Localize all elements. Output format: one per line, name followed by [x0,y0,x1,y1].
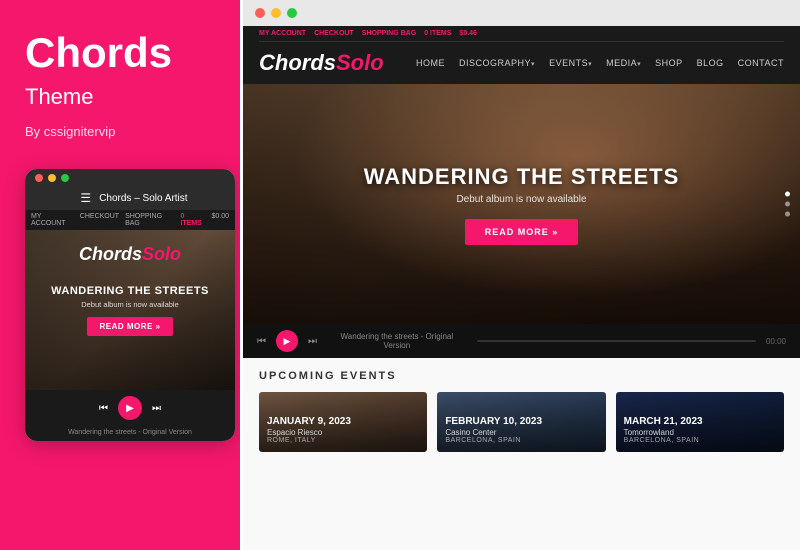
mobile-title-bar: ☰ Chords – Solo Artist [25,187,235,210]
mobile-price: $0.00 [211,213,229,227]
site-logo: ChordsSolo [259,50,384,76]
mobile-top-bar [25,169,235,187]
theme-subtitle: Theme [25,84,215,110]
hero-title: WANDERING THE STREETS [364,164,680,190]
mobile-mockup: ☰ Chords – Solo Artist MY ACCOUNT CHECKO… [25,169,235,441]
mobile-read-more-button[interactable]: READ MORE » [87,317,172,336]
mobile-player-bar: ⏮ ▶ ⏭ [25,390,235,426]
top-checkout[interactable]: CHECKOUT [314,30,354,37]
mobile-play-button[interactable]: ▶ [118,396,142,420]
events-grid: JANUARY 9, 2023 Espacio Riesco ROME, ITA… [259,392,784,452]
mobile-logo: ChordsSolo [79,244,181,265]
event-card-2[interactable]: FEBRUARY 10, 2023 Casino Center BARCELON… [437,392,605,452]
event-2-date: FEBRUARY 10, 2023 [445,416,597,427]
top-items: 0 ITEMS [424,30,451,37]
site-nav: HOME DISCOGRAPHY▾ EVENTS▾ MEDIA▾ SHOP BL… [416,58,784,68]
hero-content: WANDERING THE STREETS Debut album is now… [364,164,680,245]
website-frame: MY ACCOUNT CHECKOUT SHOPPING BAG 0 ITEMS… [243,26,800,550]
events-section-title: UPCOMING EVENTS [259,370,784,382]
mobile-dot-yellow [48,174,56,182]
nav-events[interactable]: EVENTS▾ [549,58,592,68]
mobile-shoppingbag: SHOPPING BAG [125,213,174,227]
site-prev-button[interactable]: ⏮ [257,336,266,347]
site-track-label: Wandering the streets - Original Version [327,332,467,350]
mobile-title-text: Chords – Solo Artist [99,193,187,204]
top-myaccount[interactable]: MY ACCOUNT [259,30,306,37]
event-card-1[interactable]: JANUARY 9, 2023 Espacio Riesco ROME, ITA… [259,392,427,452]
mobile-next-button[interactable]: ⏭ [152,403,161,414]
top-shoppingbag[interactable]: SHOPPING BAG [362,30,416,37]
event-1-date: JANUARY 9, 2023 [267,416,419,427]
site-logo-accent: Solo [336,50,384,75]
mobile-myaccount: MY ACCOUNT [31,213,74,227]
mobile-checkout: CHECKOUT [80,213,119,227]
hero-subtitle: Debut album is now available [364,194,680,205]
hero-dot-2[interactable] [785,202,790,207]
mobile-hero-title: WANDERING THE STREETS [51,285,209,297]
media-arrow-icon: ▾ [637,61,641,68]
events-arrow-icon: ▾ [588,61,592,68]
nav-blog[interactable]: BLOG [697,58,724,68]
site-player: ⏮ ▶ ⏭ Wandering the streets - Original V… [243,324,800,358]
mobile-logo-accent: Solo [142,244,181,264]
site-play-button[interactable]: ▶ [276,330,298,352]
event-2-location: BARCELONA, SPAIN [445,437,597,444]
mobile-items: 0 ITEMS [180,213,205,227]
nav-contact[interactable]: CONTACT [738,58,784,68]
event-1-venue: Espacio Riesco [267,428,419,437]
mobile-hamburger-icon[interactable]: ☰ [72,191,91,205]
site-header-main: ChordsSolo HOME DISCOGRAPHY▾ EVENTS▾ MED… [259,42,784,84]
hero-dot-3[interactable] [785,212,790,217]
event-1-location: ROME, ITALY [267,437,419,444]
left-panel: Chords Theme By cssignitervip ☰ Chords –… [0,0,240,550]
nav-discography[interactable]: DISCOGRAPHY▾ [459,58,535,68]
site-player-time: 00:00 [766,337,786,346]
site-header-top: MY ACCOUNT CHECKOUT SHOPPING BAG 0 ITEMS… [259,26,784,42]
event-card-3[interactable]: MARCH 21, 2023 Tomorrowland BARCELONA, S… [616,392,784,452]
theme-title: Chords [25,30,215,76]
nav-home[interactable]: HOME [416,58,445,68]
nav-media[interactable]: MEDIA▾ [606,58,641,68]
top-price: $0.46 [459,30,477,37]
site-header: MY ACCOUNT CHECKOUT SHOPPING BAG 0 ITEMS… [243,26,800,84]
mobile-hero: ChordsSolo WANDERING THE STREETS Debut a… [25,230,235,390]
site-top-links: MY ACCOUNT CHECKOUT SHOPPING BAG 0 ITEMS… [259,30,477,37]
mobile-prev-button[interactable]: ⏮ [99,403,108,414]
event-2-venue: Casino Center [445,428,597,437]
theme-by: By cssignitervip [25,124,215,139]
mobile-dot-green [61,174,69,182]
discography-arrow-icon: ▾ [531,61,535,68]
site-events-section: UPCOMING EVENTS JANUARY 9, 2023 Espacio … [243,358,800,550]
hero-dot-1[interactable] [785,192,790,197]
site-progress-bar[interactable] [477,340,756,342]
mobile-dot-red [35,174,43,182]
mobile-hero-sub: Debut album is now available [81,300,179,309]
hero-slide-indicators [785,192,790,217]
event-3-location: BARCELONA, SPAIN [624,437,776,444]
site-next-button[interactable]: ⏭ [308,336,317,347]
event-3-venue: Tomorrowland [624,428,776,437]
site-hero: WANDERING THE STREETS Debut album is now… [243,84,800,324]
mobile-track-label: Wandering the streets - Original Version [25,426,235,441]
nav-shop[interactable]: SHOP [655,58,683,68]
browser-dot-yellow[interactable] [271,8,281,18]
browser-dot-red[interactable] [255,8,265,18]
event-3-date: MARCH 21, 2023 [624,416,776,427]
browser-chrome [243,0,800,26]
browser-dot-green[interactable] [287,8,297,18]
right-panel: MY ACCOUNT CHECKOUT SHOPPING BAG 0 ITEMS… [240,0,800,550]
mobile-account-bar: MY ACCOUNT CHECKOUT SHOPPING BAG 0 ITEMS… [25,210,235,230]
hero-read-more-button[interactable]: READ MORE » [465,219,579,245]
